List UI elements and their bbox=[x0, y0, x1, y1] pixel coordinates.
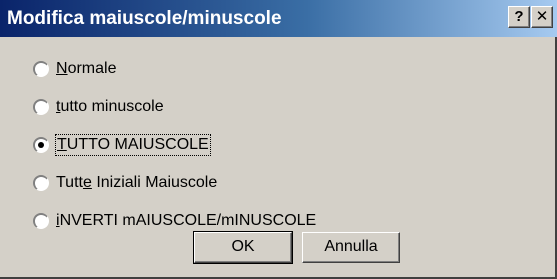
help-button[interactable]: ? bbox=[508, 6, 530, 28]
dialog-title: Modifica maiuscole/minuscole bbox=[7, 8, 282, 29]
option-tutte-iniziali-maiuscole[interactable]: Tutte Iniziali Maiuscole bbox=[33, 171, 217, 195]
title-bar[interactable]: Modifica maiuscole/minuscole ? ✕ bbox=[0, 0, 557, 37]
option-inverti-maiuscole-label: iNVERTI mAIUSCOLE/mINUSCOLE bbox=[56, 212, 317, 229]
close-icon: ✕ bbox=[535, 8, 549, 25]
option-normale-label: Normale bbox=[56, 60, 117, 77]
radio-inverti-maiuscole[interactable] bbox=[33, 213, 49, 229]
radio-tutto-minuscole[interactable] bbox=[33, 99, 49, 115]
option-inverti-maiuscole[interactable]: iNVERTI mAIUSCOLE/mINUSCOLE bbox=[33, 209, 316, 233]
option-tutto-minuscole[interactable]: tutto minuscole bbox=[33, 95, 164, 119]
help-icon: ? bbox=[514, 8, 524, 25]
option-tutto-minuscole-label: tutto minuscole bbox=[56, 98, 164, 115]
ok-button[interactable]: OK bbox=[193, 231, 293, 264]
option-tutto-maiuscole-label: TUTTO MAIUSCOLE bbox=[55, 134, 211, 156]
change-case-dialog: Modifica maiuscole/minuscole ? ✕ Normale… bbox=[0, 0, 557, 279]
option-tutto-maiuscole[interactable]: TUTTO MAIUSCOLE bbox=[33, 133, 211, 157]
option-tutte-iniziali-maiuscole-label: Tutte Iniziali Maiuscole bbox=[56, 174, 218, 191]
option-normale[interactable]: Normale bbox=[33, 57, 116, 81]
cancel-button[interactable]: Annulla bbox=[302, 232, 400, 263]
radio-tutte-iniziali-maiuscole[interactable] bbox=[33, 175, 49, 191]
radio-tutto-maiuscole[interactable] bbox=[33, 137, 49, 153]
close-button[interactable]: ✕ bbox=[531, 6, 553, 28]
radio-normale[interactable] bbox=[33, 61, 49, 77]
